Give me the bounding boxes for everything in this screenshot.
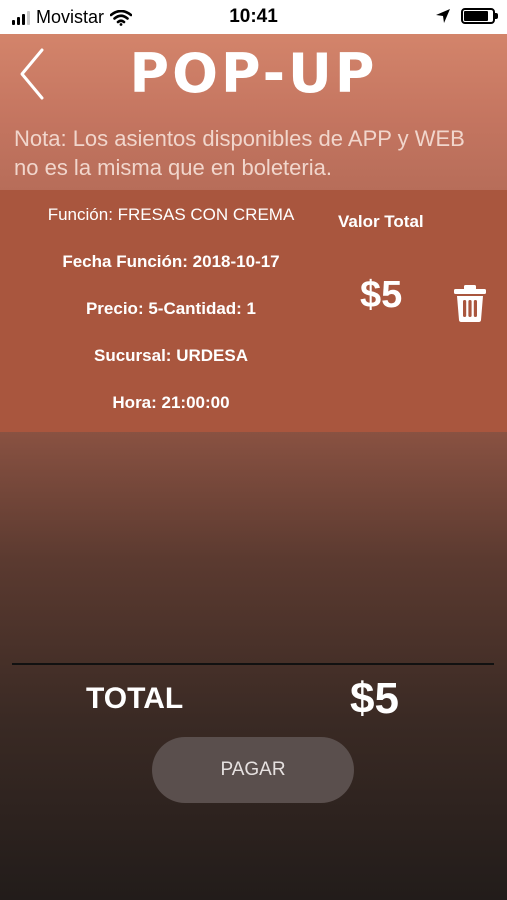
total-value-label: Valor Total <box>338 212 424 231</box>
availability-note: Nota: Los asientos disponibles de APP y … <box>14 126 465 180</box>
pay-button[interactable]: PAGAR <box>152 737 354 803</box>
battery-icon <box>461 8 498 24</box>
status-right <box>435 8 498 24</box>
delete-ticket-button[interactable] <box>452 283 488 323</box>
battery-level <box>464 11 488 21</box>
movie-title: Función: FRESAS CON CREMA <box>47 205 295 224</box>
status-bar: Movistar 10:41 <box>0 0 507 34</box>
divider <box>12 663 494 665</box>
total-label: TOTAL <box>86 682 184 715</box>
show-time: Hora: 21:00:00 <box>112 393 230 412</box>
clock: 10:41 <box>229 6 278 27</box>
app-logo: POP-UP <box>129 42 378 105</box>
ticket-details: Función: FRESAS CON CREMA Fecha Función:… <box>12 204 330 439</box>
trash-icon <box>454 285 486 322</box>
show-date: Fecha Función: 2018-10-17 <box>62 252 280 271</box>
ticket-card: Función: FRESAS CON CREMA Fecha Función:… <box>0 190 507 432</box>
location-arrow-icon <box>436 9 450 23</box>
branch: Sucursal: URDESA <box>94 346 248 365</box>
total-amount: $5 <box>350 674 399 723</box>
ticket-total-price: $5 <box>360 274 403 316</box>
price-quantity: Precio: 5-Cantidad: 1 <box>85 299 257 318</box>
